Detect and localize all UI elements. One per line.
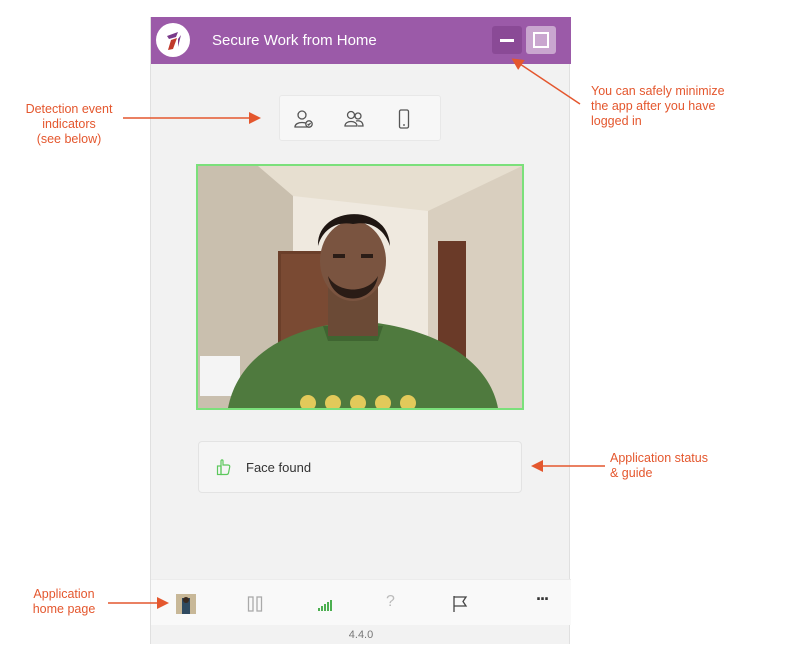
arrow-minimize [511, 58, 581, 105]
annotation-arrows [108, 58, 605, 609]
